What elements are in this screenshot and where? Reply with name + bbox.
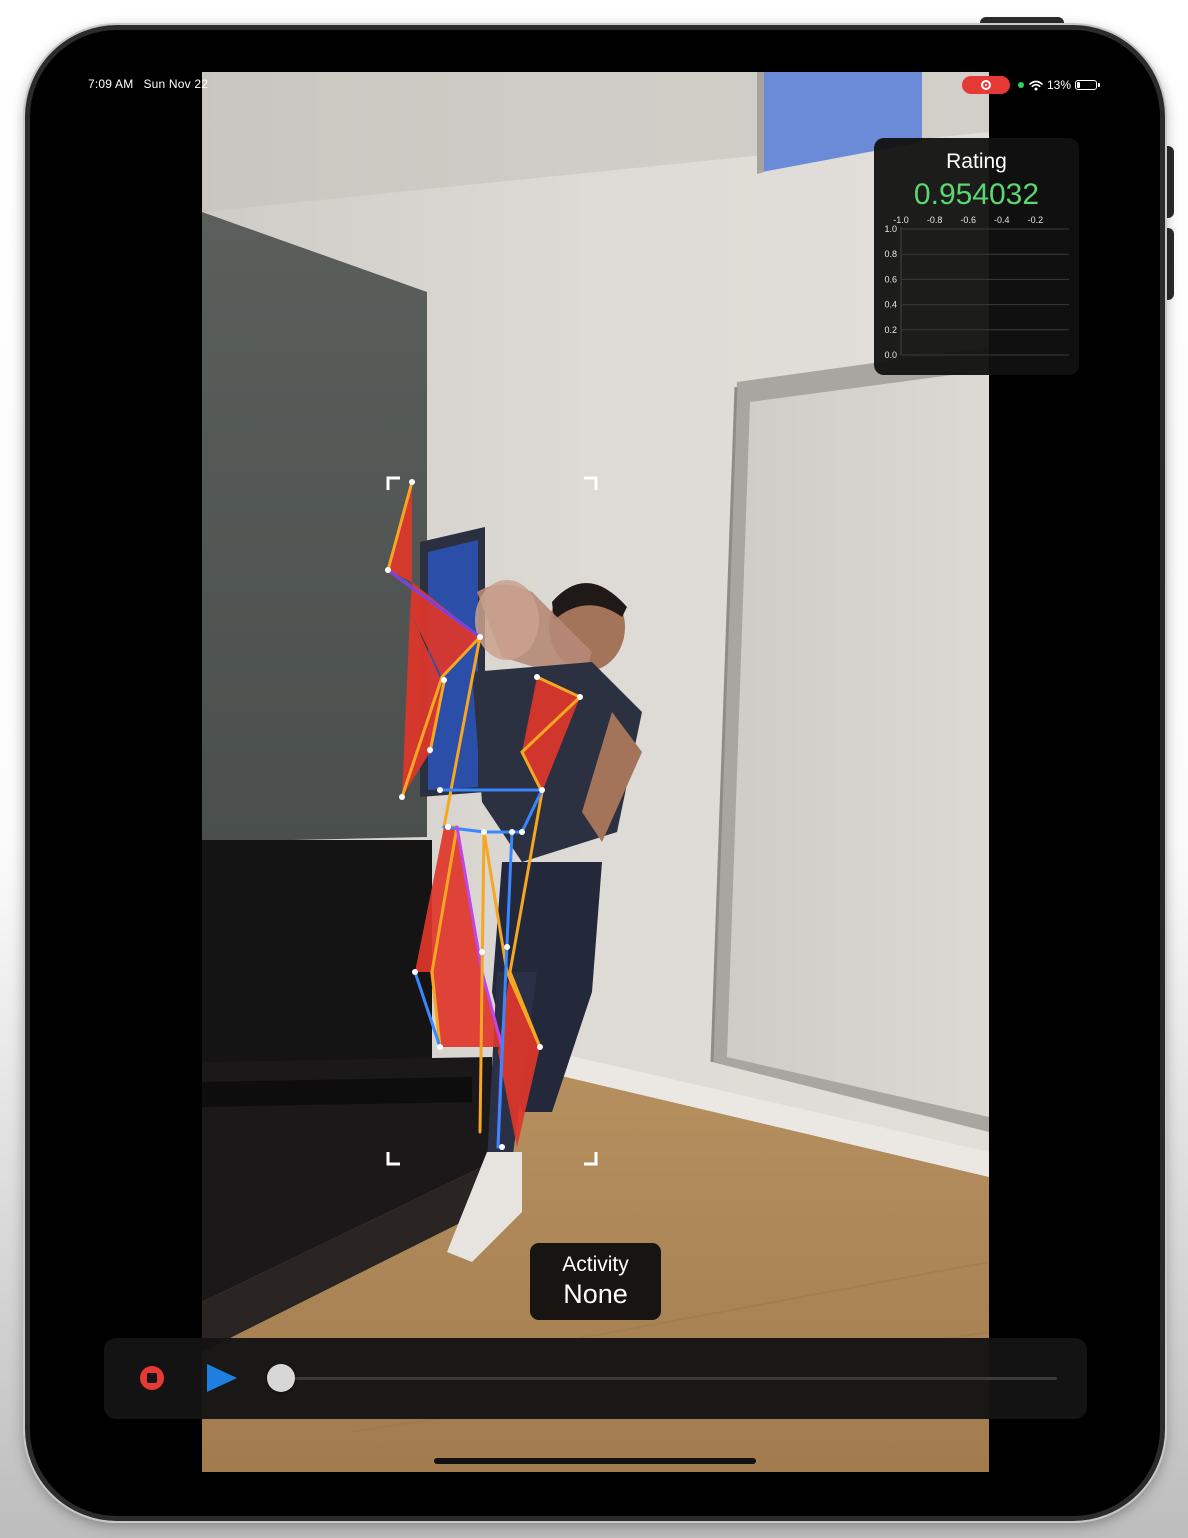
x-tick-label: -0.6 <box>960 215 976 225</box>
y-tick-label: 0.0 <box>884 350 897 360</box>
battery-icon <box>1075 80 1101 90</box>
status-bar-left: 7:09 AM Sun Nov 22 <box>88 77 208 91</box>
y-tick-label: 0.4 <box>884 300 897 310</box>
x-tick-label: -0.2 <box>1028 215 1044 225</box>
status-date: Sun Nov 22 <box>143 77 209 91</box>
y-tick-label: 0.2 <box>884 325 897 335</box>
home-indicator[interactable] <box>434 1458 756 1464</box>
playback-scrubber[interactable] <box>267 1364 1057 1392</box>
battery-percent: 13% <box>1047 78 1072 92</box>
scrubber-thumb[interactable] <box>267 1364 295 1392</box>
y-tick-label: 0.6 <box>884 274 897 284</box>
record-button[interactable] <box>138 1364 166 1392</box>
x-tick-label: -0.4 <box>994 215 1010 225</box>
screen-record-icon[interactable] <box>962 76 1010 94</box>
camera-indicator-icon <box>1018 82 1024 88</box>
status-bar-right: 13% <box>962 76 1101 94</box>
rating-chart: 1.0 0.8 0.6 0.4 0.2 0.0 -1.0 -0.8 -0.6 -0.4 -0.2 <box>884 215 1069 360</box>
x-tick-label: -1.0 <box>893 215 909 225</box>
y-tick-label: 1.0 <box>884 224 897 234</box>
play-button[interactable] <box>205 1363 239 1393</box>
y-tick-label: 0.8 <box>884 249 897 259</box>
wifi-icon <box>1029 80 1043 91</box>
rating-panel: Rating 0.954032 1.0 0.8 0.6 0.4 0.2 0.0 -1.0 -0… <box>874 138 1079 375</box>
activity-panel: Activity None <box>530 1243 661 1320</box>
activity-value: None <box>563 1279 628 1309</box>
scrubber-track[interactable] <box>282 1377 1057 1380</box>
play-icon <box>207 1364 237 1392</box>
status-time: 7:09 AM <box>88 77 134 91</box>
activity-label: Activity <box>562 1253 629 1276</box>
x-tick-label: -0.8 <box>927 215 943 225</box>
record-icon <box>140 1366 164 1390</box>
playback-control-bar <box>104 1338 1087 1419</box>
